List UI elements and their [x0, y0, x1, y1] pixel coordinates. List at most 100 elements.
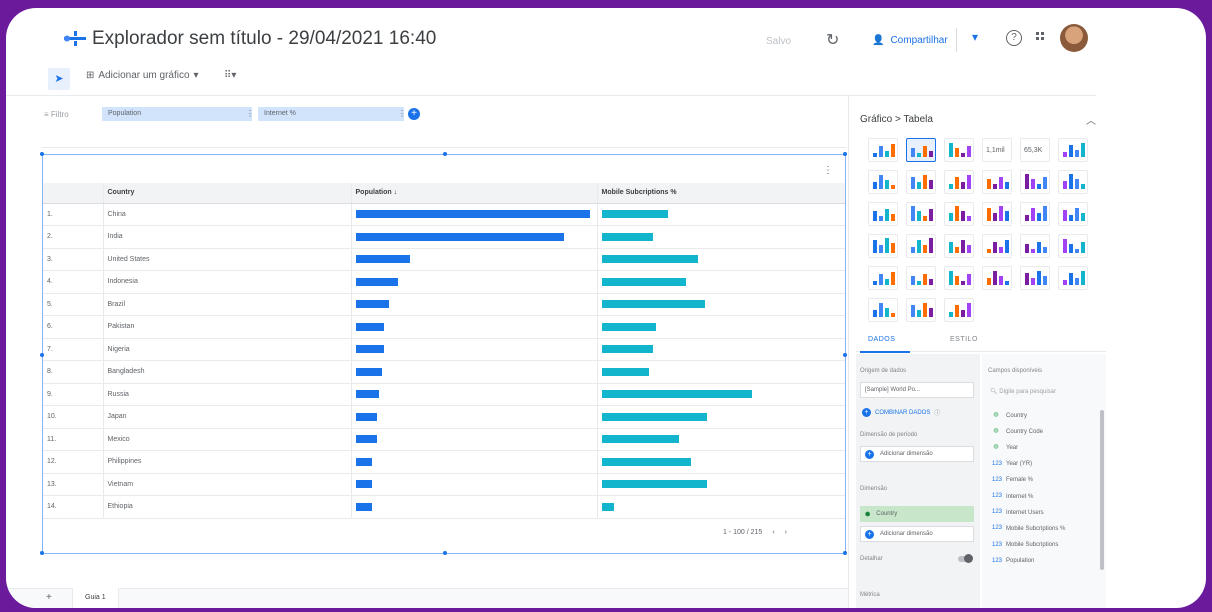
refresh-icon[interactable]: ↻: [826, 30, 839, 50]
field-item[interactable]: 123 Female %: [992, 477, 1033, 484]
chart-type-option[interactable]: [906, 170, 936, 194]
resize-handle[interactable]: [443, 152, 447, 156]
chart-type-option[interactable]: [982, 170, 1012, 194]
page-tab[interactable]: Guia 1: [72, 588, 119, 608]
add-period-dimension[interactable]: + Adicionar dimensão: [860, 446, 974, 462]
add-page-icon[interactable]: +: [46, 592, 52, 603]
chart-type-option[interactable]: [868, 202, 898, 226]
report-title[interactable]: Explorador sem título - 29/04/2021 16:40: [92, 28, 436, 50]
avatar[interactable]: [1060, 24, 1088, 52]
column-header-population[interactable]: Population ↓: [350, 183, 597, 204]
resize-handle[interactable]: [40, 152, 44, 156]
table-row[interactable]: 5. Brazil: [43, 293, 845, 316]
table-row[interactable]: 4. Indonesia: [43, 270, 845, 294]
share-button[interactable]: 👤 Compartilhar: [864, 28, 957, 52]
chart-type-option[interactable]: [868, 298, 898, 322]
chart-type-option[interactable]: 65,3K: [1020, 138, 1050, 162]
chart-type-option[interactable]: [906, 298, 936, 322]
chart-type-option[interactable]: [982, 234, 1012, 258]
collapse-icon[interactable]: ︿: [1086, 112, 1096, 127]
field-item[interactable]: 123 Mobile Subcriptions %: [992, 525, 1065, 532]
field-item[interactable]: ◍ Country Code: [992, 428, 1043, 435]
chart-type-option[interactable]: 1,1mil: [982, 138, 1012, 162]
help-icon[interactable]: ?: [1006, 30, 1022, 46]
apps-grid-icon[interactable]: [1036, 32, 1048, 44]
chart-type-option[interactable]: [1058, 138, 1088, 162]
chart-type-option[interactable]: [1058, 170, 1088, 194]
field-search-input[interactable]: 🔍︎ Digite para pesquisar: [990, 388, 1056, 395]
more-vert-icon[interactable]: ⋮: [823, 165, 833, 176]
chart-type-option[interactable]: [944, 266, 974, 290]
next-page-icon[interactable]: ›: [785, 529, 787, 536]
chart-type-option[interactable]: [1058, 266, 1088, 290]
resize-handle[interactable]: [843, 551, 847, 555]
blend-data-button[interactable]: + COMBINAR DADOS ⓘ: [862, 408, 940, 417]
table-row[interactable]: 7. Nigeria: [43, 338, 845, 361]
chart-type-option[interactable]: [982, 266, 1012, 290]
chip-menu-icon[interactable]: ⋮: [398, 109, 406, 118]
filter-chip-population[interactable]: Population: [102, 107, 252, 121]
field-item[interactable]: 123 Population: [992, 558, 1034, 565]
resize-handle[interactable]: [443, 551, 447, 555]
add-control-button[interactable]: ⠿▾: [224, 70, 236, 81]
chart-type-option[interactable]: [1020, 266, 1050, 290]
filter-label[interactable]: ≡ Filtro: [44, 110, 69, 119]
chart-type-option[interactable]: [944, 138, 974, 162]
field-item[interactable]: ◍ Country: [992, 412, 1027, 419]
column-header-country[interactable]: Country: [102, 183, 351, 204]
add-dimension-button[interactable]: + Adicionar dimensão: [860, 526, 974, 542]
dimension-chip-country[interactable]: ⬢ Country: [860, 506, 974, 522]
table-row[interactable]: 8. Bangladesh: [43, 360, 845, 384]
chart-type-option[interactable]: [868, 234, 898, 258]
chart-type-option[interactable]: [1020, 234, 1050, 258]
share-dropdown-icon[interactable]: ▾: [972, 30, 978, 44]
chart-type-option[interactable]: [982, 202, 1012, 226]
add-chart-button[interactable]: ⊞ Adicionar um gráfico ▾: [86, 70, 199, 81]
table-chart[interactable]: ⋮ Country Population ↓ Mobile Subcriptio…: [40, 152, 847, 555]
chip-menu-icon[interactable]: ⋮: [246, 109, 254, 118]
scrollbar[interactable]: [1100, 410, 1104, 570]
table-row[interactable]: 2. India: [43, 225, 845, 249]
chart-type-option[interactable]: [944, 234, 974, 258]
tab-style[interactable]: ESTILO: [950, 336, 978, 343]
field-item[interactable]: 123 Internet %: [992, 493, 1033, 500]
field-item[interactable]: 123 Mobile Subcriptions: [992, 542, 1058, 549]
chart-type-option[interactable]: [944, 298, 974, 322]
resize-handle[interactable]: [843, 152, 847, 156]
chart-type-option[interactable]: [944, 202, 974, 226]
chart-type-option[interactable]: [868, 170, 898, 194]
chart-type-option[interactable]: [906, 234, 936, 258]
chart-type-option[interactable]: [1020, 202, 1050, 226]
table-row[interactable]: 13. Vietnam: [43, 473, 845, 496]
prev-page-icon[interactable]: ‹: [772, 529, 774, 536]
chart-type-option[interactable]: [1020, 170, 1050, 194]
drill-down-toggle[interactable]: [958, 554, 973, 563]
add-chart-label: Adicionar um gráfico: [98, 70, 190, 81]
chart-type-option[interactable]: [868, 138, 898, 162]
field-item[interactable]: 123 Internet Users: [992, 509, 1044, 516]
chart-type-option[interactable]: [906, 138, 936, 162]
table-row[interactable]: 14. Ethiopia: [43, 495, 845, 519]
data-source-selector[interactable]: [Sample] World Po...: [860, 382, 974, 398]
table-row[interactable]: 12. Philippines: [43, 450, 845, 474]
chart-type-option[interactable]: [1058, 234, 1088, 258]
select-tool-icon[interactable]: ➤: [48, 68, 70, 90]
resize-handle[interactable]: [40, 551, 44, 555]
table-row[interactable]: 11. Mexico: [43, 428, 845, 451]
add-filter-icon[interactable]: +: [408, 108, 420, 120]
filter-chip-internet[interactable]: Internet %: [258, 107, 404, 121]
field-item[interactable]: 123 Year (YR): [992, 461, 1032, 468]
tab-data[interactable]: DADOS: [868, 336, 895, 343]
table-row[interactable]: 6. Pakistan: [43, 315, 845, 339]
chart-type-option[interactable]: [906, 266, 936, 290]
table-row[interactable]: 1. China: [43, 203, 845, 226]
table-row[interactable]: 3. United States: [43, 248, 845, 271]
column-header-mobile[interactable]: Mobile Subcriptions %: [596, 183, 845, 204]
chart-type-option[interactable]: [868, 266, 898, 290]
field-item[interactable]: ◍ Year: [992, 444, 1018, 451]
chart-type-option[interactable]: [1058, 202, 1088, 226]
chart-type-option[interactable]: [906, 202, 936, 226]
table-row[interactable]: 9. Russia: [43, 383, 845, 406]
chart-type-option[interactable]: [944, 170, 974, 194]
table-row[interactable]: 10. Japan: [43, 405, 845, 429]
